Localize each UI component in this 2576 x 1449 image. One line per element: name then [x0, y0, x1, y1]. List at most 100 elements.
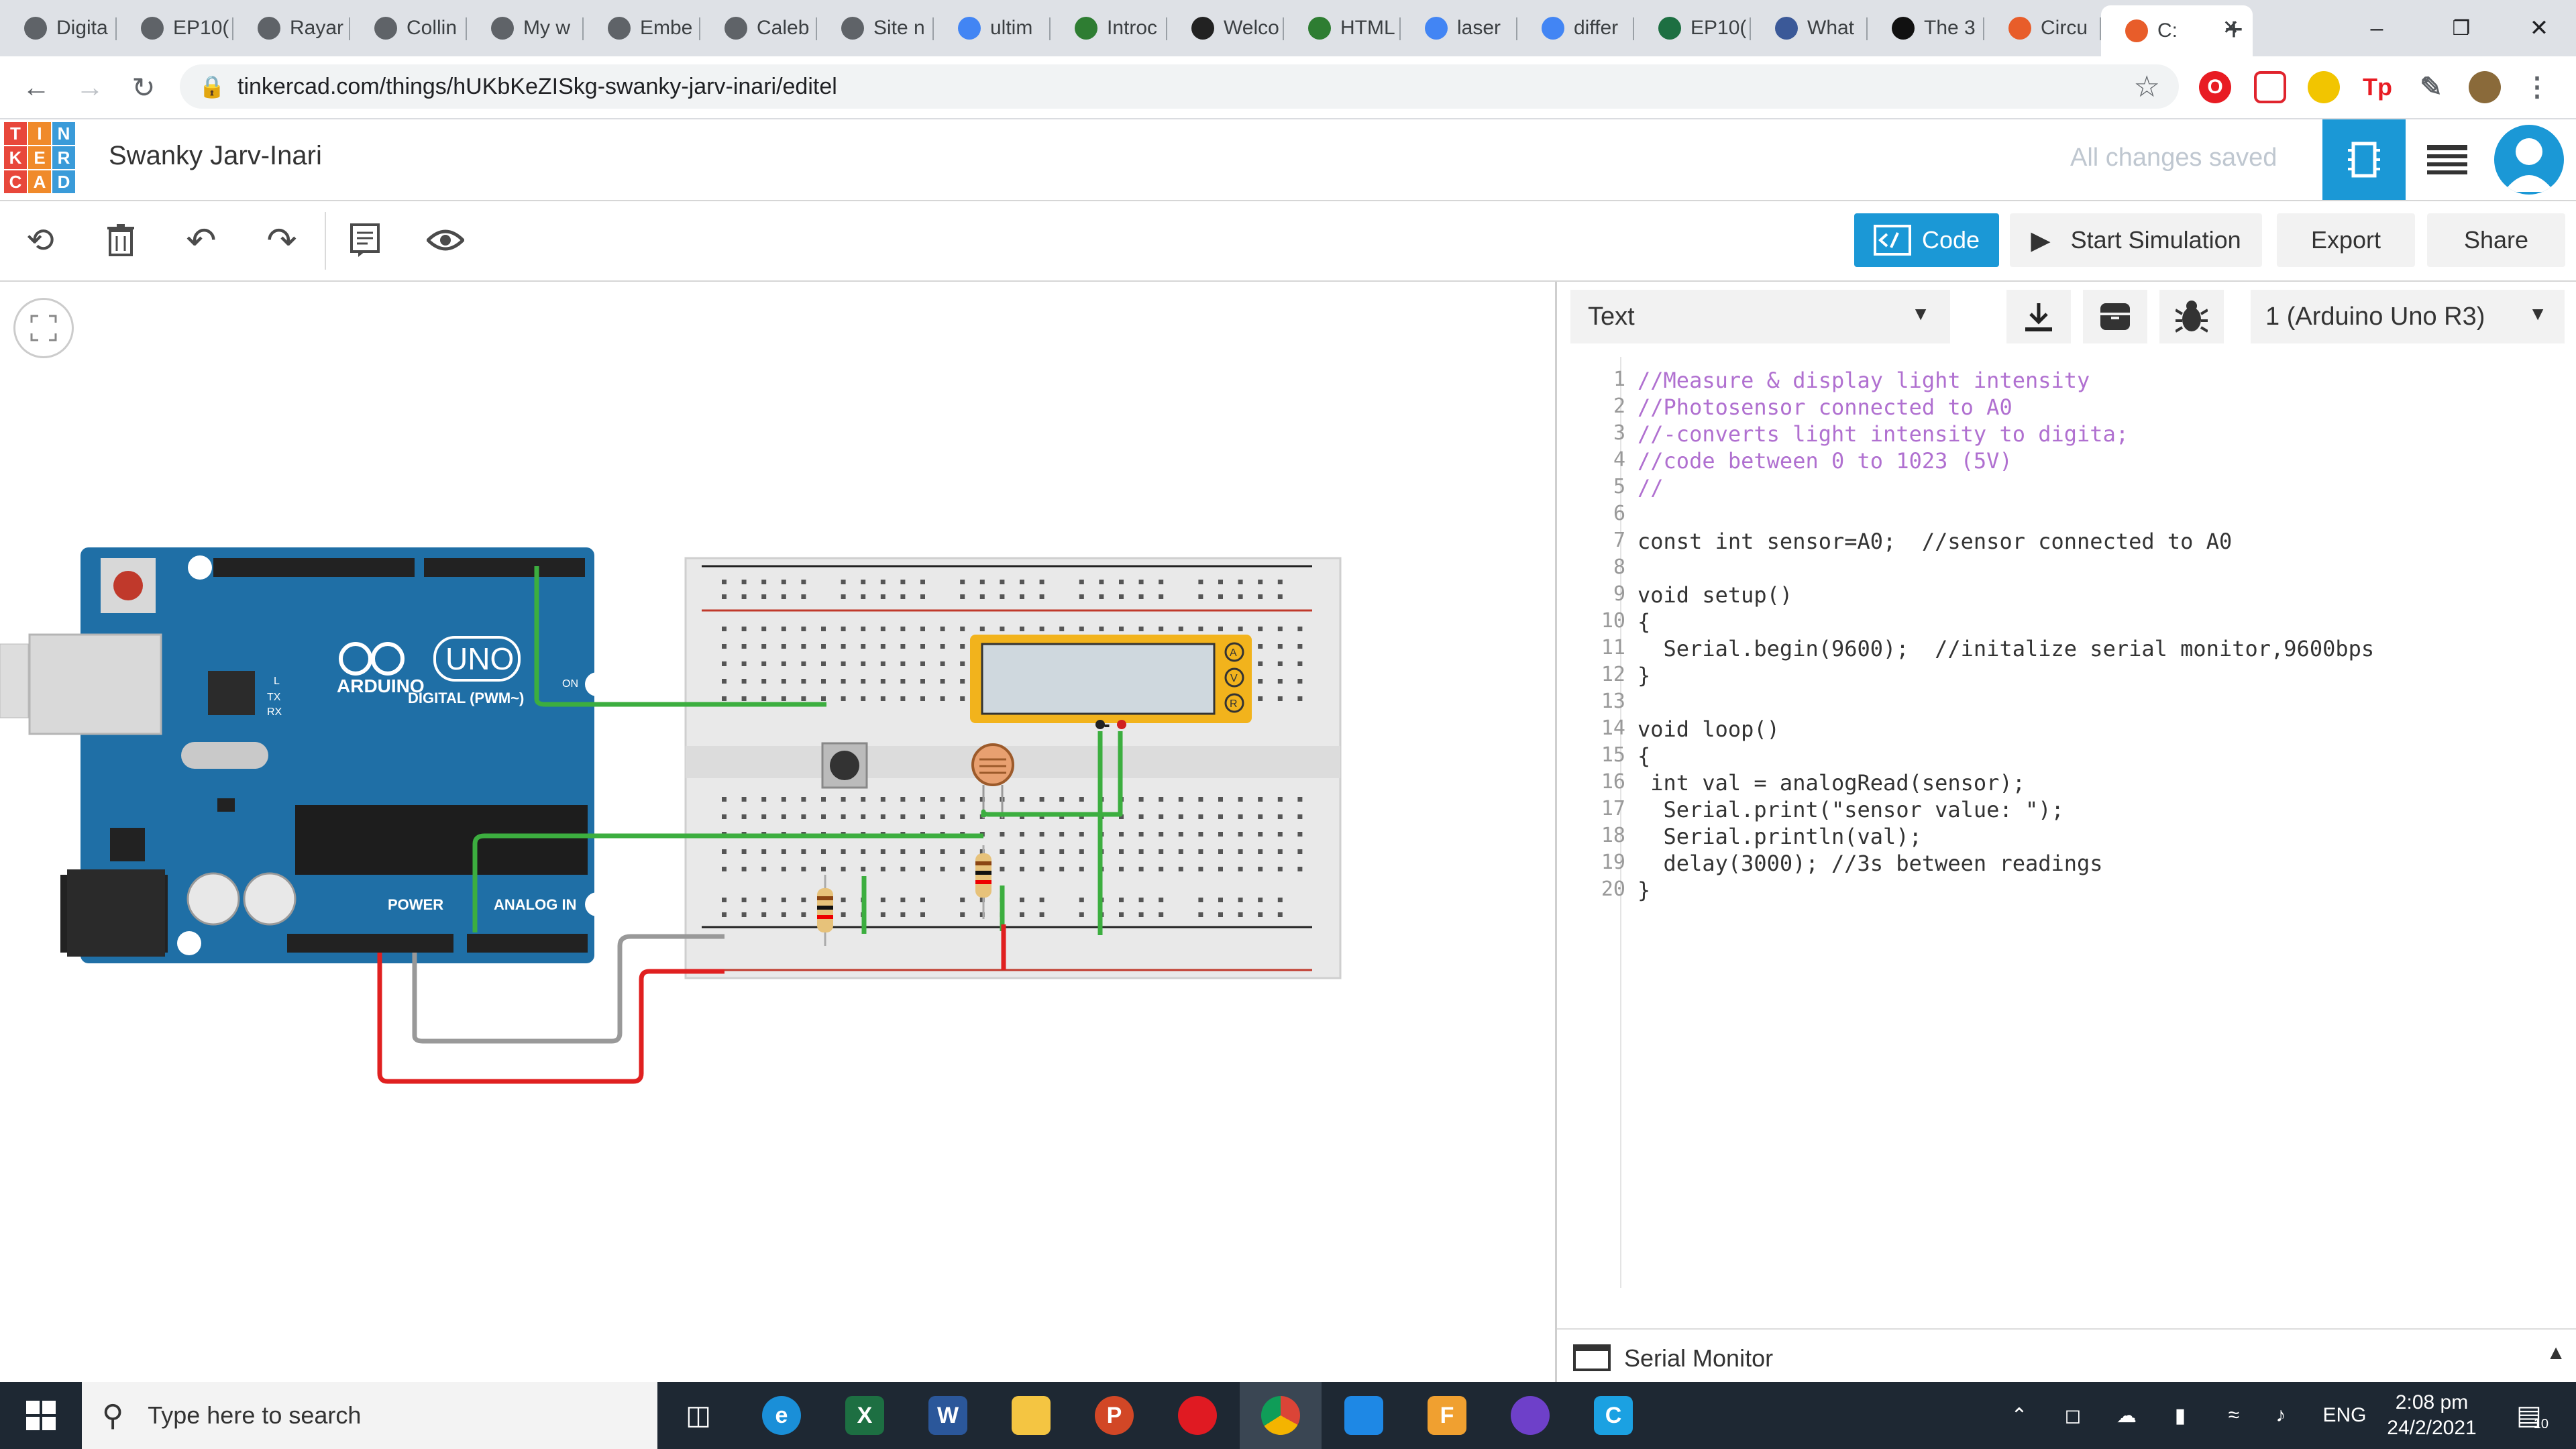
circuit-view-button[interactable]: [2322, 119, 2406, 200]
serial-monitor-bar[interactable]: Serial Monitor ▲: [1557, 1328, 2576, 1383]
forward-button[interactable]: →: [68, 66, 111, 109]
browser-tab[interactable]: ultim: [934, 5, 1051, 51]
hand-ext-icon[interactable]: [2308, 71, 2340, 103]
browser-tab[interactable]: The 3: [1868, 5, 1984, 51]
code-line[interactable]: //-converts light intensity to digita;: [1638, 421, 2129, 447]
browser-tab[interactable]: EP10(: [117, 5, 233, 51]
delete-button[interactable]: [97, 216, 145, 264]
browser-tab[interactable]: Digita: [0, 5, 117, 51]
browser-tab[interactable]: Rayar: [233, 5, 350, 51]
word-app[interactable]: W: [907, 1382, 989, 1449]
browser-tab[interactable]: Circu: [1984, 5, 2101, 51]
visibility-button[interactable]: [421, 216, 470, 264]
edge-app[interactable]: e: [741, 1382, 822, 1449]
browser-tab[interactable]: Collin: [350, 5, 467, 51]
lcd-display[interactable]: [970, 635, 1252, 723]
excel-app[interactable]: X: [824, 1382, 906, 1449]
code-line[interactable]: Serial.print("sensor value: ");: [1638, 797, 2064, 822]
tray-expand-icon[interactable]: ⌃: [1999, 1382, 2039, 1449]
circuit-canvas[interactable]: ARDUINO UNO DIGITAL (PWM~) ANALOG IN POW…: [0, 282, 1555, 1382]
code-line[interactable]: void loop(): [1638, 716, 1780, 742]
download-code-button[interactable]: [2006, 290, 2071, 343]
back-button[interactable]: ←: [15, 66, 58, 109]
user-avatar[interactable]: [2494, 125, 2564, 195]
clock[interactable]: 2:08 pm 24/2/2021: [2375, 1387, 2489, 1444]
volume-muted-icon[interactable]: ♪: [2261, 1382, 2301, 1449]
url-bar[interactable]: 🔒 tinkercad.com/things/hUKbKeZISkg-swank…: [180, 64, 2179, 109]
code-line[interactable]: //code between 0 to 1023 (5V): [1638, 448, 2012, 474]
code-line[interactable]: Serial.begin(9600); //initalize serial m…: [1638, 636, 2375, 661]
browser-tab[interactable]: differ: [1517, 5, 1634, 51]
code-line[interactable]: }: [1638, 877, 1650, 903]
code-line[interactable]: //Photosensor connected to A0: [1638, 394, 2012, 420]
code-line[interactable]: //: [1638, 475, 1664, 500]
browser-tab[interactable]: Welco: [1167, 5, 1284, 51]
new-tab-button[interactable]: +: [2214, 9, 2254, 50]
tinkercad-logo[interactable]: TIN KER CAD: [4, 122, 76, 195]
snip-app[interactable]: [1323, 1382, 1405, 1449]
project-title[interactable]: Swanky Jarv-Inari: [109, 141, 322, 171]
wifi-icon[interactable]: ≈: [2214, 1382, 2254, 1449]
task-view-button[interactable]: ◫: [657, 1382, 739, 1449]
code-line[interactable]: int val = analogRead(sensor);: [1638, 770, 2025, 796]
code-line[interactable]: Serial.println(val);: [1638, 824, 1922, 849]
more-menu-icon[interactable]: ⋮: [2521, 71, 2553, 103]
push-button[interactable]: [821, 742, 868, 789]
minimize-button[interactable]: –: [2334, 0, 2419, 56]
share-button[interactable]: Share: [2427, 213, 2565, 267]
calendar-ext-icon[interactable]: [2254, 71, 2286, 103]
restore-button[interactable]: ❐: [2419, 0, 2504, 56]
start-button[interactable]: [0, 1382, 82, 1449]
tx-label: TX: [267, 692, 281, 703]
device-icon[interactable]: ◻: [2053, 1382, 2093, 1449]
browser-tab[interactable]: My w: [467, 5, 584, 51]
puzzle-icon[interactable]: ✎: [2415, 71, 2447, 103]
chrome-app[interactable]: [1240, 1382, 1322, 1449]
browser-tab[interactable]: Embe: [584, 5, 700, 51]
profile-avatar[interactable]: [2469, 71, 2501, 103]
tp-ext-icon[interactable]: Tp: [2361, 71, 2394, 103]
code-line[interactable]: const int sensor=A0; //sensor connected …: [1638, 529, 2232, 554]
github-app[interactable]: [1489, 1382, 1571, 1449]
network-error-icon[interactable]: ☁: [2106, 1382, 2147, 1449]
list-view-button[interactable]: [2406, 119, 2489, 200]
opera-ext-icon[interactable]: O: [2199, 71, 2231, 103]
notifications-button[interactable]: ▤ 10: [2502, 1382, 2563, 1449]
browser-tab[interactable]: EP10(: [1634, 5, 1751, 51]
code-line[interactable]: {: [1638, 743, 1650, 769]
code-button[interactable]: Code: [1854, 213, 1999, 267]
browser-tab[interactable]: HTML: [1284, 5, 1401, 51]
code-line[interactable]: }: [1638, 663, 1650, 688]
c-app[interactable]: C: [1572, 1382, 1654, 1449]
debugger-button[interactable]: [2159, 290, 2224, 343]
close-window-button[interactable]: ✕: [2497, 0, 2576, 56]
undo-button[interactable]: ↶: [177, 216, 225, 264]
libraries-button[interactable]: [2083, 290, 2147, 343]
garena-app[interactable]: [1157, 1382, 1238, 1449]
reload-button[interactable]: ↻: [122, 66, 165, 109]
device-select[interactable]: 1 (Arduino Uno R3) ▼: [2251, 290, 2565, 343]
battery-icon[interactable]: ▮: [2160, 1382, 2200, 1449]
code-line[interactable]: {: [1638, 609, 1650, 635]
code-mode-select[interactable]: Text ▼: [1570, 290, 1950, 343]
file-explorer-app[interactable]: [990, 1382, 1072, 1449]
code-line[interactable]: void setup(): [1638, 582, 1792, 608]
code-line[interactable]: //Measure & display light intensity: [1638, 368, 2090, 393]
star-icon[interactable]: ☆: [2134, 70, 2160, 104]
export-button[interactable]: Export: [2277, 213, 2415, 267]
fritzing-app[interactable]: F: [1406, 1382, 1488, 1449]
chevron-up-icon[interactable]: ▲: [2546, 1342, 2566, 1364]
notes-button[interactable]: [341, 216, 389, 264]
code-line[interactable]: delay(3000); //3s between readings: [1638, 851, 2103, 876]
start-simulation-button[interactable]: ▶ Start Simulation: [2010, 213, 2262, 267]
browser-tab[interactable]: laser: [1401, 5, 1517, 51]
powerpoint-app[interactable]: P: [1073, 1382, 1155, 1449]
taskbar-search[interactable]: ⚲ Type here to search: [82, 1382, 657, 1449]
redo-button[interactable]: ↷: [258, 216, 306, 264]
language-indicator[interactable]: ENG: [2314, 1382, 2375, 1449]
browser-tab[interactable]: Site n: [817, 5, 934, 51]
browser-tab[interactable]: Caleb: [700, 5, 817, 51]
rotate-button[interactable]: ⟲: [16, 216, 64, 264]
browser-tab[interactable]: Introc: [1051, 5, 1167, 51]
browser-tab[interactable]: What: [1751, 5, 1868, 51]
